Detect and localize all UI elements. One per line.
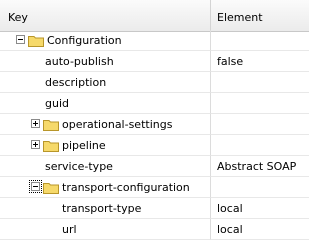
key-cell: url	[0, 219, 211, 240]
collapse-toggle-icon[interactable]	[16, 35, 25, 44]
element-cell	[211, 93, 309, 114]
tree-row-configuration[interactable]: Configuration	[0, 30, 309, 51]
tree-row-label: transport-configuration	[62, 181, 190, 194]
element-cell	[211, 72, 309, 93]
element-cell	[211, 30, 309, 51]
tree-row-label: auto-publish	[45, 55, 114, 68]
folder-icon	[28, 36, 44, 47]
tree-row-guid[interactable]: guid	[0, 93, 309, 114]
element-cell	[211, 177, 309, 198]
folder-icon	[43, 141, 59, 152]
key-cell: Configuration	[0, 30, 211, 51]
element-cell	[211, 135, 309, 156]
tree-row-service-type[interactable]: service-type Abstract SOAP	[0, 156, 309, 177]
tree-row-operational-settings[interactable]: operational-settings	[0, 114, 309, 135]
folder-icon	[43, 183, 59, 194]
tree-row-label: guid	[45, 97, 69, 110]
configuration-tree-table: Key Element Configuration auto-publish f…	[0, 0, 309, 249]
key-cell: auto-publish	[0, 51, 211, 72]
element-cell	[211, 114, 309, 135]
key-cell: operational-settings	[0, 114, 211, 135]
key-cell: transport-type	[0, 198, 211, 219]
tree-row-transport-configuration[interactable]: transport-configuration	[0, 177, 309, 198]
collapse-toggle-icon[interactable]	[29, 180, 42, 193]
tree-row-pipeline[interactable]: pipeline	[0, 135, 309, 156]
tree-row-label: operational-settings	[62, 118, 173, 131]
key-cell: description	[0, 72, 211, 93]
tree-row-label: url	[62, 223, 77, 236]
tree-row-label: service-type	[45, 160, 113, 173]
tree-row-label: transport-type	[62, 202, 142, 215]
column-header-key[interactable]: Key	[0, 0, 211, 31]
tree-row-label: description	[45, 76, 107, 89]
folder-icon	[43, 120, 59, 131]
tree-row-label: pipeline	[62, 139, 106, 152]
table-header: Key Element	[0, 0, 309, 32]
element-cell: Abstract SOAP	[211, 156, 309, 177]
expand-toggle-icon[interactable]	[31, 119, 40, 128]
key-cell: transport-configuration	[0, 177, 211, 198]
element-cell: false	[211, 51, 309, 72]
tree-row-label: Configuration	[47, 34, 122, 47]
key-cell: service-type	[0, 156, 211, 177]
tree-row-url[interactable]: url local	[0, 219, 309, 240]
element-cell: local	[211, 198, 309, 219]
key-cell: guid	[0, 93, 211, 114]
column-header-element[interactable]: Element	[211, 0, 309, 31]
tree-row-transport-type[interactable]: transport-type local	[0, 198, 309, 219]
key-cell: pipeline	[0, 135, 211, 156]
expand-toggle-icon[interactable]	[31, 140, 40, 149]
element-cell: local	[211, 219, 309, 240]
tree-row-description[interactable]: description	[0, 72, 309, 93]
tree-row-auto-publish[interactable]: auto-publish false	[0, 51, 309, 72]
